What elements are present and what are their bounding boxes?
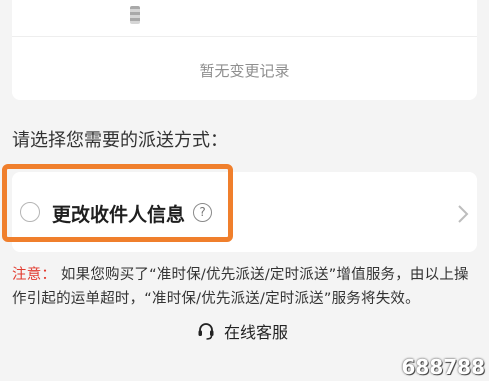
divider [12,36,477,37]
delivery-method-prompt: 请选择您需要的派送方式： [12,130,228,151]
online-service-link[interactable]: 在线客服 [196,319,288,343]
watermark: 688788 [401,355,486,379]
notice-key: 注意： [12,267,57,283]
online-service-label: 在线客服 [224,323,289,342]
notice: 注意： 如果您购买了“准时保/优先派送/定时派送”增值服务，由以上操作引起的运单… [12,263,478,311]
headset-icon [198,323,214,340]
highlight-annotation [2,164,233,242]
no-record-text: 暂无变更记录 [199,62,290,80]
change-record-card: 暂无变更记录 [12,0,477,100]
chevron-right-icon[interactable] [452,202,474,226]
blurred-content [130,6,140,24]
notice-text: 如果您购买了“准时保/优先派送/定时派送”增值服务，由以上操作引起的运单超时，“… [12,267,469,307]
page: 暂无变更记录 请选择您需要的派送方式： 更改收件人信息 ? 注意： 如果您购买了… [0,0,489,381]
